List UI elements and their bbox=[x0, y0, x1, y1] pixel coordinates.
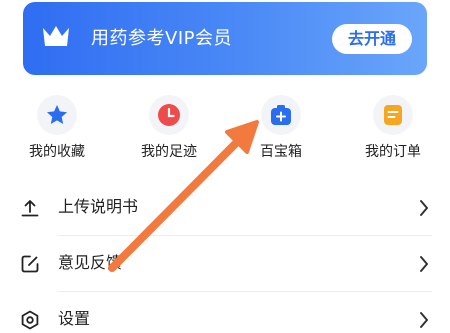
upload-icon bbox=[21, 200, 39, 217]
profile-page: 用药参考VIP会员 去开通 我的收藏 我的足迹 百宝箱 我的订单 上传说明书 意… bbox=[0, 0, 450, 333]
edit-feedback-icon bbox=[21, 255, 39, 273]
history-icon-bg bbox=[149, 95, 189, 135]
quick-action-label: 我的收藏 bbox=[29, 144, 85, 160]
quick-action-label: 百宝箱 bbox=[260, 144, 302, 160]
list-item-label: 意见反馈 bbox=[58, 253, 123, 272]
quick-action-label: 我的订单 bbox=[365, 144, 421, 160]
quick-actions: 我的收藏 我的足迹 百宝箱 我的订单 bbox=[0, 93, 450, 163]
list-item-label: 设置 bbox=[58, 309, 91, 328]
list-item-feedback[interactable]: 意见反馈 bbox=[18, 236, 432, 292]
quick-action-label: 我的足迹 bbox=[141, 144, 197, 160]
vip-banner[interactable]: 用药参考VIP会员 去开通 bbox=[23, 2, 427, 75]
quick-action-history[interactable]: 我的足迹 bbox=[124, 93, 214, 163]
vip-title: 用药参考VIP会员 bbox=[91, 28, 232, 49]
list-item-settings[interactable]: 设置 bbox=[18, 292, 432, 333]
clock-icon bbox=[158, 104, 180, 126]
orders-icon-bg bbox=[373, 95, 413, 135]
toolbox-plus-icon bbox=[271, 105, 291, 125]
order-list-icon bbox=[384, 105, 402, 125]
chevron-right-icon bbox=[420, 256, 428, 272]
list-item-upload-manual[interactable]: 上传说明书 bbox=[18, 180, 432, 236]
crown-icon bbox=[43, 26, 69, 46]
toolbox-icon-bg bbox=[261, 95, 301, 135]
quick-action-favorites[interactable]: 我的收藏 bbox=[12, 93, 102, 163]
favorites-icon-bg bbox=[37, 95, 77, 135]
chevron-right-icon bbox=[420, 200, 428, 216]
quick-action-orders[interactable]: 我的订单 bbox=[348, 93, 438, 163]
settings-icon bbox=[21, 310, 39, 330]
chevron-right-icon bbox=[420, 312, 428, 328]
list-item-label: 上传说明书 bbox=[58, 197, 139, 216]
quick-action-toolbox[interactable]: 百宝箱 bbox=[236, 93, 326, 163]
vip-activate-button[interactable]: 去开通 bbox=[332, 24, 412, 54]
star-icon bbox=[47, 105, 67, 124]
